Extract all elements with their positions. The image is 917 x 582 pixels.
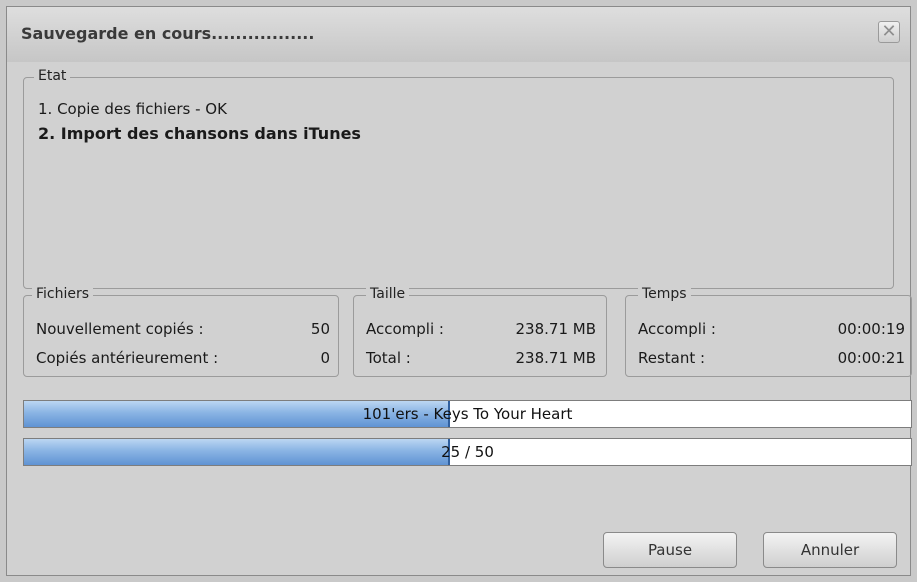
size-total-value: 238.71 MB [515, 349, 597, 367]
size-total-label: Total : [366, 349, 411, 367]
title-bar[interactable]: Sauvegarde en cours................. ✕ [7, 7, 910, 62]
close-icon[interactable]: ✕ [878, 21, 900, 43]
temps-legend: Temps [638, 286, 691, 302]
pause-button[interactable]: Pause [603, 532, 737, 568]
overall-progress-bar: 25 / 50 [23, 438, 912, 466]
step-import-itunes: 2. Import des chansons dans iTunes [38, 124, 361, 143]
etat-group: Etat 1. Copie des fichiers - OK 2. Impor… [23, 68, 894, 289]
fichiers-group: Fichiers Nouvellement copiés : 50 Copiés… [23, 286, 339, 377]
previously-copied-label: Copiés antérieurement : [36, 349, 219, 367]
new-copied-value: 50 [310, 320, 330, 338]
file-progress-bar: 101'ers - Keys To Your Heart [23, 400, 912, 428]
taille-legend: Taille [366, 286, 410, 302]
taille-group: Taille Accompli : 238.71 MB Total : 238.… [353, 286, 607, 377]
etat-legend: Etat [34, 68, 71, 84]
time-remaining-value: 00:00:21 [837, 349, 905, 367]
size-done-label: Accompli : [366, 320, 444, 338]
time-remaining-label: Restant : [638, 349, 706, 367]
dialog-title: Sauvegarde en cours................. [21, 24, 315, 43]
overall-progress-text: 25 / 50 [441, 443, 494, 461]
cancel-button[interactable]: Annuler [763, 532, 897, 568]
new-copied-label: Nouvellement copiés : [36, 320, 204, 338]
file-progress-text: 101'ers - Keys To Your Heart [362, 405, 573, 423]
backup-dialog: Sauvegarde en cours................. ✕ E… [6, 6, 912, 576]
step-copy-files: 1. Copie des fichiers - OK [38, 100, 227, 118]
size-done-value: 238.71 MB [515, 320, 597, 338]
previously-copied-value: 0 [320, 349, 330, 367]
time-elapsed-label: Accompli : [638, 320, 716, 338]
temps-group: Temps Accompli : 00:00:19 Restant : 00:0… [625, 286, 912, 377]
time-elapsed-value: 00:00:19 [837, 320, 905, 338]
fichiers-legend: Fichiers [32, 286, 94, 302]
